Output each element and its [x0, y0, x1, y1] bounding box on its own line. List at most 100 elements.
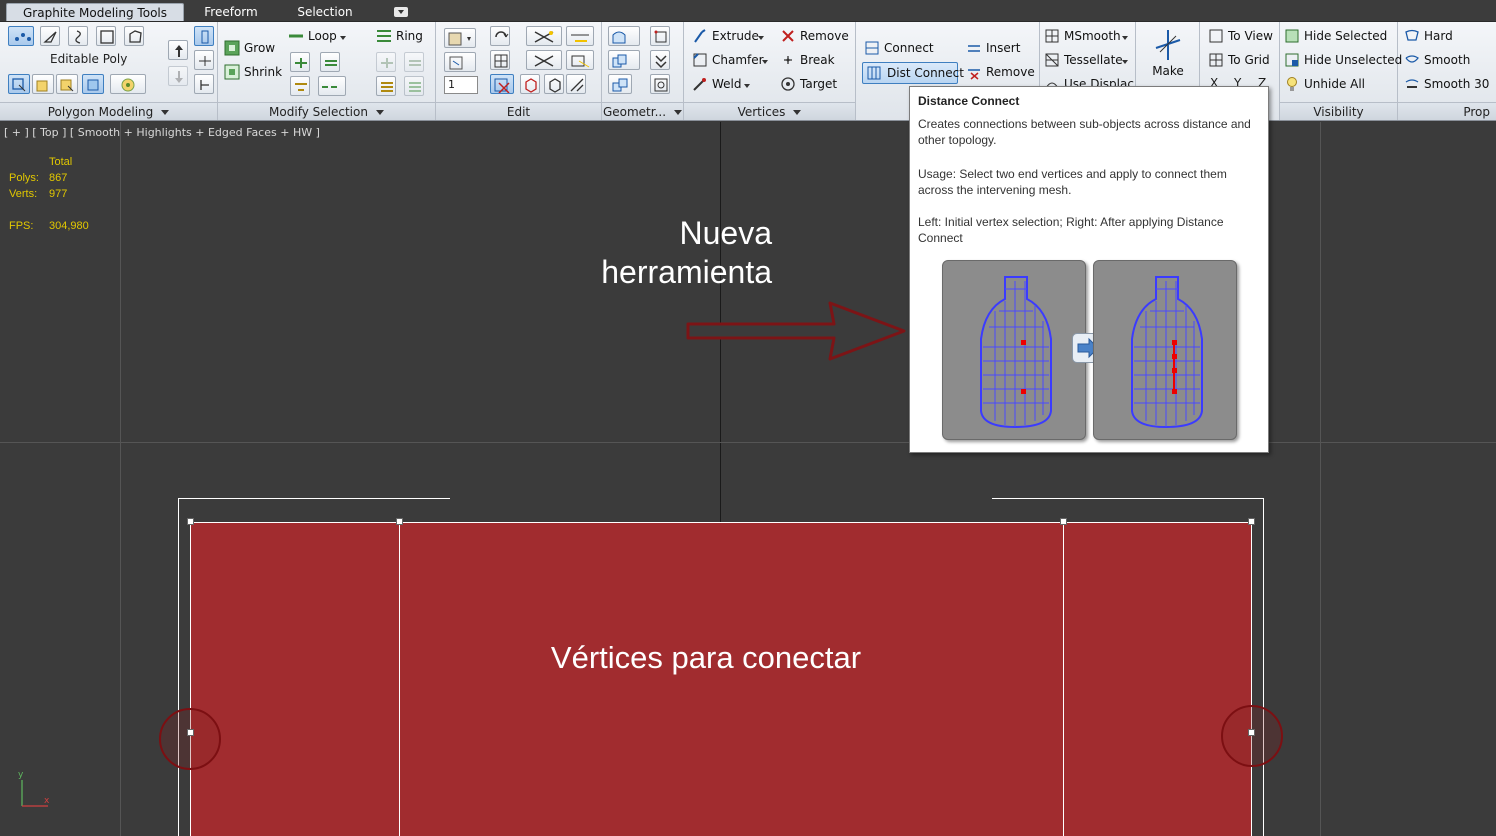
edge-mode-button[interactable]: [40, 26, 60, 46]
panel-title: Prop: [1463, 105, 1490, 119]
cube-outline-icon[interactable]: [544, 74, 564, 94]
loop-mode-icon[interactable]: [290, 76, 310, 96]
smooth30-label: Smooth 30: [1424, 77, 1490, 91]
show-end-result-icon[interactable]: [194, 50, 214, 70]
remove-vertex-icon[interactable]: [490, 74, 514, 94]
remove-loop-button[interactable]: Remove: [966, 62, 1035, 82]
cube-icon[interactable]: [520, 74, 540, 94]
quickslice-icon[interactable]: [490, 50, 510, 70]
swap-icon[interactable]: [526, 26, 562, 46]
tessellate-button[interactable]: Tessellate: [1044, 50, 1123, 70]
smooth30-button[interactable]: Smooth 30: [1404, 74, 1489, 94]
collapse-icon[interactable]: [650, 50, 670, 70]
to-view-button[interactable]: To View: [1208, 26, 1273, 46]
ring-shrink-icon[interactable]: [404, 52, 424, 72]
panel-footer-visibility[interactable]: Visibility: [1280, 102, 1397, 120]
ring-mode-icon[interactable]: [376, 76, 396, 96]
ignore-backfacing-icon[interactable]: [82, 74, 104, 94]
attach-icon[interactable]: [608, 50, 640, 70]
chamfer-dropdown-icon[interactable]: [762, 60, 768, 64]
tessellate-dropdown-icon[interactable]: [1122, 60, 1128, 64]
msmooth-dropdown-icon[interactable]: [1122, 36, 1128, 40]
swift-loop-icon[interactable]: [566, 74, 586, 94]
quadrify-icon[interactable]: [650, 74, 670, 94]
break-button[interactable]: Break: [780, 50, 835, 70]
detach-icon[interactable]: [608, 74, 632, 94]
repeat-last-icon[interactable]: [444, 52, 476, 72]
loop-shrink-icon[interactable]: [320, 52, 340, 72]
polygon-mode-button[interactable]: [96, 26, 116, 46]
panel-footer-geometry[interactable]: Geometr...: [602, 102, 683, 120]
border-mode-button[interactable]: [68, 26, 88, 46]
create-icon[interactable]: [608, 26, 640, 46]
insert-loop-button[interactable]: Insert: [966, 38, 1020, 58]
shrink-up-icon[interactable]: [168, 40, 188, 60]
chamfer-button[interactable]: Chamfer: [692, 50, 764, 70]
tab-freeform[interactable]: Freeform: [190, 3, 272, 21]
dist-connect-button[interactable]: Dist Connect: [862, 62, 964, 84]
panel-footer-properties[interactable]: Prop: [1398, 102, 1496, 120]
edit-spinner-field[interactable]: 1: [444, 76, 478, 94]
extrude-button[interactable]: Extrude: [692, 26, 759, 46]
hard-button[interactable]: Hard: [1404, 26, 1453, 46]
viewport-label[interactable]: [ + ] [ Top ] [ Smooth + Highlights + Ed…: [4, 126, 320, 139]
slice-icon[interactable]: [526, 50, 562, 70]
cap-icon[interactable]: [650, 26, 670, 46]
vertex-handle[interactable]: [187, 518, 194, 525]
loop-grow-icon[interactable]: [290, 52, 310, 72]
preserve-uvs-icon[interactable]: [444, 28, 476, 48]
vertex-mode-button[interactable]: [8, 26, 34, 46]
to-grid-button[interactable]: To Grid: [1208, 50, 1270, 70]
soft-selection-icon[interactable]: [110, 74, 146, 94]
target-weld-button[interactable]: Target: [780, 74, 837, 94]
vertex-handle-left[interactable]: [187, 729, 194, 736]
make-planar-icon[interactable]: [1152, 28, 1184, 62]
select-by-mat-icon[interactable]: [56, 74, 78, 94]
editable-poly-label: Editable Poly: [50, 52, 128, 66]
select-similar-icon[interactable]: [32, 74, 54, 94]
paint-connect-icon[interactable]: [566, 26, 594, 46]
weld-button[interactable]: Weld: [692, 74, 742, 94]
panel-footer-vertices[interactable]: Vertices: [684, 102, 855, 120]
panel-footer-polygon-modeling[interactable]: Polygon Modeling: [0, 102, 217, 120]
viewport-top[interactable]: [ + ] [ Top ] [ Smooth + Highlights + Ed…: [0, 122, 1496, 836]
loop-button[interactable]: Loop: [288, 26, 337, 46]
loop-dropdown-icon[interactable]: [340, 36, 346, 40]
panel-footer-edit[interactable]: Edit: [436, 102, 601, 120]
dot-ring-icon[interactable]: [404, 76, 424, 96]
element-mode-button[interactable]: [124, 26, 144, 46]
make-planar-label[interactable]: Make: [1136, 64, 1200, 78]
vertex-handle[interactable]: [396, 518, 403, 525]
vertex-handle-right[interactable]: [1248, 729, 1255, 736]
hard-icon: [1404, 28, 1420, 44]
grow-down-icon[interactable]: [168, 66, 188, 86]
hide-unselected-button[interactable]: Hide Unselected: [1284, 50, 1402, 70]
dot-loop-icon[interactable]: [318, 76, 346, 96]
connect-button[interactable]: Connect: [864, 38, 934, 58]
constraints-icon[interactable]: [566, 50, 594, 70]
weld-dropdown-icon[interactable]: [744, 84, 750, 88]
pin-stack-icon[interactable]: [194, 26, 214, 46]
hide-selected-button[interactable]: Hide Selected: [1284, 26, 1387, 46]
tab-graphite-modeling-tools[interactable]: Graphite Modeling Tools: [6, 3, 184, 21]
extrude-dropdown-icon[interactable]: [758, 36, 764, 40]
modifier-stack-icon[interactable]: [194, 74, 214, 94]
grow-button[interactable]: Grow: [224, 38, 275, 58]
ring-icon: [376, 28, 392, 44]
shrink-button[interactable]: Shrink: [224, 62, 282, 82]
ring-button[interactable]: Ring: [376, 26, 423, 46]
hide-selected-label: Hide Selected: [1304, 29, 1388, 43]
vertex-handle[interactable]: [1060, 518, 1067, 525]
cut-icon[interactable]: [490, 26, 510, 46]
poly-plane-object[interactable]: [190, 522, 1252, 836]
smooth-button[interactable]: Smooth: [1404, 50, 1470, 70]
ribbon-minimize-dropdown[interactable]: [394, 7, 408, 17]
unhide-all-button[interactable]: Unhide All: [1284, 74, 1365, 94]
vertex-handle[interactable]: [1248, 518, 1255, 525]
select-object-icon[interactable]: [8, 74, 30, 94]
panel-footer-modify-selection[interactable]: Modify Selection: [218, 102, 435, 120]
ring-grow-icon[interactable]: [376, 52, 396, 72]
msmooth-button[interactable]: MSmooth: [1044, 26, 1121, 46]
tab-selection[interactable]: Selection: [284, 3, 366, 21]
remove-vertex-button[interactable]: Remove: [780, 26, 849, 46]
